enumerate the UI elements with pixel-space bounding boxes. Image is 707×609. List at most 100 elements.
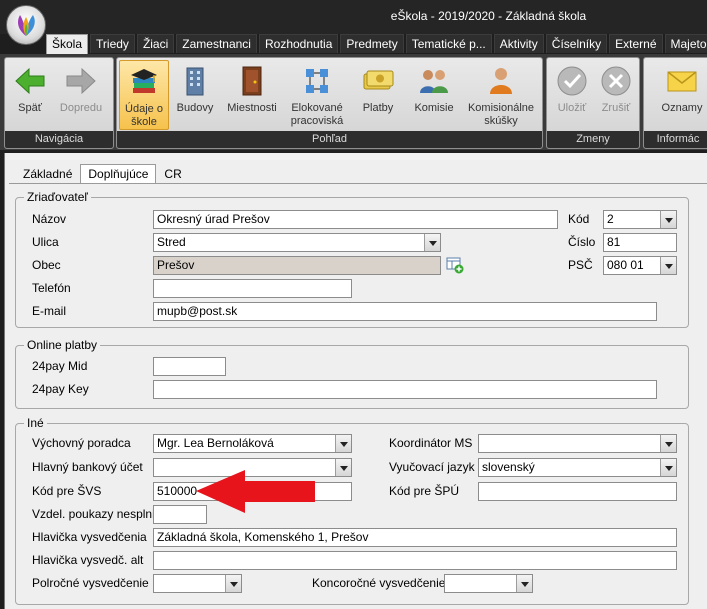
tab-zamestnanci[interactable]: Zamestnanci — [176, 34, 257, 53]
chevron-down-icon[interactable] — [335, 435, 351, 452]
key-label: 24pay Key — [32, 382, 89, 396]
school-info-button[interactable]: Údaje o škole — [119, 60, 169, 130]
navigation-group: Späť Dopredu Navigácia — [4, 57, 114, 149]
counselor-label: Výchovný poradca — [32, 436, 131, 450]
subtab-doplnujuce[interactable]: Doplňujúce — [80, 164, 157, 183]
phone-field[interactable] — [153, 279, 352, 298]
title-bar: eŠkola - 2019/2020 - Základná škola — [0, 0, 707, 34]
chevron-down-icon[interactable] — [660, 211, 676, 228]
counselor-select[interactable]: Mgr. Lea Bernoláková — [153, 434, 352, 453]
buildings-button[interactable]: Budovy — [172, 60, 218, 130]
tab-aktivity[interactable]: Aktivity — [493, 34, 544, 53]
language-select[interactable]: slovenský — [478, 458, 677, 477]
phone-label: Telefón — [32, 281, 71, 295]
ribbon: Späť Dopredu Navigácia Údaje o škole Bud… — [0, 54, 707, 150]
mid-field[interactable] — [153, 357, 226, 376]
header-label: Hlavička vysvedčenia — [32, 530, 147, 544]
announcements-button[interactable]: Oznamy — [654, 60, 707, 130]
founder-legend: Zriaďovateľ — [24, 190, 91, 204]
zip-select[interactable]: 080 01 — [603, 256, 677, 275]
online-payments-legend: Online platby — [24, 338, 101, 352]
commissions-button[interactable]: Komisie — [407, 60, 461, 130]
info-group-label: Informác — [644, 131, 707, 148]
code-label: Kód — [568, 212, 590, 226]
tab-ciselniky[interactable]: Číselníky — [545, 34, 608, 53]
changes-group-label: Zmeny — [547, 131, 639, 148]
final-label: Koncoročné vysvedčenie — [312, 576, 446, 590]
rooms-button[interactable]: Miestnosti — [221, 60, 283, 130]
add-table-icon[interactable] — [446, 257, 464, 274]
bank-label: Hlavný bankový účet — [32, 460, 143, 474]
tab-triedy[interactable]: Triedy — [90, 34, 135, 53]
payments-button[interactable]: Platby — [354, 60, 402, 130]
city-label: Obec — [32, 258, 61, 272]
chevron-down-icon[interactable] — [424, 234, 440, 251]
envelope-icon — [667, 71, 697, 92]
half-year-select[interactable] — [153, 574, 242, 593]
ms-coordinator-select[interactable] — [478, 434, 677, 453]
forward-button[interactable]: Dopredu — [53, 60, 109, 130]
key-field[interactable] — [153, 380, 657, 399]
menu-tabs: Škola Triedy Žiaci Zamestnanci Rozhodnut… — [46, 34, 707, 55]
tab-skola[interactable]: Škola — [46, 34, 89, 55]
svs-label: Kód pre ŠVS — [32, 484, 102, 498]
commission-exams-button[interactable]: Komisionálne skúšky — [463, 60, 539, 130]
chevron-down-icon[interactable] — [335, 459, 351, 476]
view-group-label: Pohľad — [117, 131, 542, 148]
email-field[interactable]: mupb@post.sk — [153, 302, 657, 321]
money-icon — [363, 70, 394, 90]
other-legend: Iné — [24, 416, 47, 430]
changes-group: Uložiť Zrušiť Zmeny — [546, 57, 640, 149]
detached-workplaces-button[interactable]: Elokované pracoviská — [285, 60, 349, 130]
checkmark-icon — [557, 66, 587, 96]
ms-coordinator-label: Koordinátor MS — [389, 436, 473, 450]
email-label: E-mail — [32, 304, 67, 318]
building-icon — [186, 67, 204, 96]
name-label: Názov — [32, 212, 67, 226]
tab-ziaci[interactable]: Žiaci — [136, 34, 175, 53]
subtabs: Základné Doplňujúce CR — [15, 164, 190, 183]
street-select[interactable]: Stred — [153, 233, 441, 252]
name-field[interactable]: Okresný úrad Prešov — [153, 210, 558, 229]
other-group: Iné Výchovný poradca Mgr. Lea Bernolákov… — [15, 416, 689, 605]
chevron-down-icon[interactable] — [660, 459, 676, 476]
tab-divider — [9, 183, 707, 184]
forward-arrow-icon — [66, 67, 96, 95]
tab-majetok[interactable]: Majetok — [664, 34, 707, 53]
city-field[interactable]: Prešov — [153, 256, 441, 275]
chevron-down-icon[interactable] — [660, 435, 676, 452]
tab-rozhodnutia[interactable]: Rozhodnutia — [258, 34, 339, 53]
header-field[interactable]: Základná škola, Komenského 1, Prešov — [153, 528, 677, 547]
subtab-zakladne[interactable]: Základné — [15, 164, 80, 183]
back-arrow-icon — [15, 67, 45, 95]
street-label: Ulica — [32, 235, 59, 249]
final-select[interactable] — [444, 574, 533, 593]
zip-label: PSČ — [568, 258, 593, 272]
language-label: Vyučovací jazyk — [389, 460, 475, 474]
subtab-cr[interactable]: CR — [156, 164, 189, 183]
tab-tematicke[interactable]: Tematické p... — [405, 34, 492, 53]
half-year-label: Polročné vysvedčenie — [32, 576, 149, 590]
cancel-button[interactable]: Zrušiť — [595, 60, 637, 130]
code-select[interactable]: 2 — [603, 210, 677, 229]
header-alt-field[interactable] — [153, 551, 677, 570]
app-logo-button[interactable] — [6, 5, 46, 45]
graduation-books-icon — [131, 69, 157, 93]
save-button[interactable]: Uložiť — [551, 60, 593, 130]
content-panel: Základné Doplňujúce CR Zriaďovateľ Názov… — [4, 153, 707, 609]
online-payments-group: Online platby 24pay Mid 24pay Key — [15, 338, 689, 409]
chevron-down-icon[interactable] — [660, 257, 676, 274]
number-label: Číslo — [568, 235, 596, 249]
tab-externe[interactable]: Externé — [609, 34, 663, 53]
navigation-group-label: Navigácia — [5, 131, 113, 148]
info-group: Oznamy Informác — [643, 57, 707, 149]
mid-label: 24pay Mid — [32, 359, 88, 373]
tab-predmety[interactable]: Predmety — [340, 34, 404, 53]
view-group: Údaje o škole Budovy Miestnosti Elokovan… — [116, 57, 543, 149]
chevron-down-icon[interactable] — [225, 575, 241, 592]
close-x-icon — [601, 66, 631, 96]
number-field[interactable]: 81 — [603, 233, 677, 252]
spu-field[interactable] — [478, 482, 677, 501]
back-button[interactable]: Späť — [8, 60, 52, 130]
chevron-down-icon[interactable] — [516, 575, 532, 592]
